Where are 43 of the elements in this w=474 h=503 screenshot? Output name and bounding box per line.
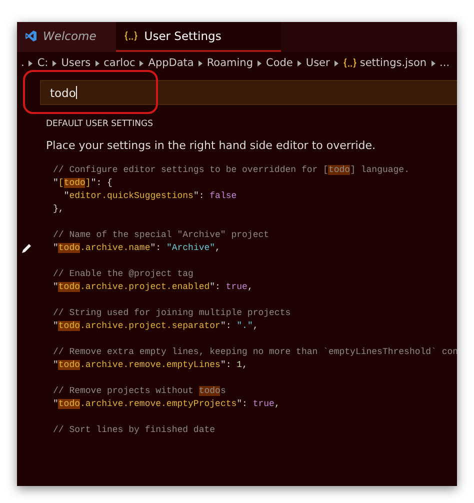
chevron-right-icon (296, 60, 302, 66)
search-value: todo (50, 86, 76, 100)
breadcrumb-item[interactable]: User (306, 57, 330, 69)
code-line: "todo.archive.name": "Archive", (53, 243, 220, 253)
code-line: // String used for joining multiple projects (53, 308, 291, 318)
code-line: // Remove projects without todos (53, 386, 226, 396)
code-line: }, (53, 204, 64, 214)
breadcrumb-item[interactable]: Users (61, 57, 91, 69)
breadcrumb-item[interactable]: . (21, 57, 24, 69)
chevron-right-icon (198, 60, 203, 66)
code-line: // Remove extra empty lines, keeping no more than `emptyLinesThreshold` con (53, 347, 457, 357)
chevron-right-icon (94, 60, 100, 66)
code-line: // Enable the @project tag (53, 269, 194, 279)
code-line: "todo.archive.remove.emptyProjects": true, (53, 399, 280, 409)
code-line: // Sort lines by finished date (53, 425, 216, 435)
app-logo-icon (25, 30, 37, 42)
code-line: "todo.archive.project.enabled": true, (53, 282, 253, 292)
code-line: "[todo]": { (53, 178, 112, 188)
chevron-right-icon (257, 60, 262, 66)
breadcrumb-item[interactable]: C: (37, 57, 48, 69)
chevron-right-icon (52, 60, 58, 66)
code-line: "todo.archive.project.separator": ".", (53, 321, 258, 331)
breadcrumb-item[interactable]: ... (440, 57, 450, 69)
editor-tab[interactable]: User Settings (116, 22, 282, 52)
breadcrumb-item[interactable]: Roaming (206, 57, 254, 69)
code-line: "todo.archive.remove.emptyLines": 1, (53, 360, 248, 370)
breadcrumb-item[interactable]: AppData (148, 57, 194, 69)
code-line: // Configure editor settings to be overridden for [todo] language. (53, 165, 410, 175)
breadcrumb-item[interactable]: Code (266, 57, 293, 69)
breadcrumb-item[interactable]: carloc (104, 57, 136, 69)
chevron-right-icon (334, 60, 339, 66)
curly-braces-icon (342, 58, 357, 68)
chevron-right-icon (430, 60, 436, 66)
chevron-right-icon (139, 60, 144, 66)
chevron-right-icon (28, 60, 34, 66)
editor-tab[interactable]: Welcome (17, 22, 116, 52)
code-line: // Name of the special "Archive" project (53, 230, 270, 240)
curly-braces-icon (124, 31, 138, 41)
code-line: "editor.quickSuggestions": false (62, 191, 237, 201)
breadcrumb-item[interactable]: settings.json (342, 57, 427, 69)
description-text: Place your settings in the right hand side editor to override. (46, 139, 377, 152)
search-field[interactable]: todo (40, 80, 457, 105)
section-heading: DEFAULT USER SETTINGS (46, 119, 154, 129)
